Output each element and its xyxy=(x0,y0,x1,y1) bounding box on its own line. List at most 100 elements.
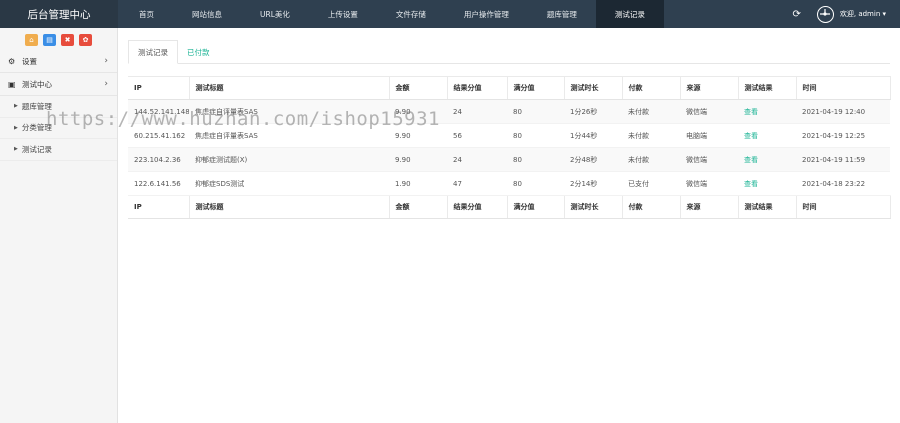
cell-score: 24 xyxy=(447,147,507,172)
records-table: IP 测试标题 金额 结果分值 满分值 测试时长 付款 来源 测试结果 时间 1… xyxy=(128,76,891,219)
view-result-link[interactable]: 查看 xyxy=(738,123,796,148)
footer-header-ip: IP xyxy=(128,195,190,219)
table-footer: IP 测试标题 金额 结果分值 满分值 测试时长 付款 来源 测试结果 时间 xyxy=(128,195,891,219)
chevron-right-icon: › xyxy=(104,56,108,66)
column-header-source: 来源 xyxy=(680,76,739,100)
view-result-link[interactable]: 查看 xyxy=(738,99,796,124)
cogs-icon: ⚙ xyxy=(8,56,16,66)
cell-ip: 122.6.141.56 xyxy=(128,171,189,196)
cell-duration: 2分14秒 xyxy=(564,171,622,196)
home-icon[interactable]: ⌂ xyxy=(25,34,38,46)
top-navbar: 后台管理中心 首页 网站信息 URL美化 上传设置 文件存储 用户操作管理 题库… xyxy=(0,0,900,28)
column-header-score: 结果分值 xyxy=(447,76,508,100)
sidebar-subitem-categories[interactable]: ▶ 分类管理 xyxy=(0,118,117,139)
column-header-ip: IP xyxy=(128,76,190,100)
welcome-user-dropdown[interactable]: 欢迎, admin ▾ xyxy=(840,9,886,19)
cell-source: 微信端 xyxy=(680,147,738,172)
cell-score: 47 xyxy=(447,171,507,196)
tab-bar: 测试记录 已付款 xyxy=(128,40,890,64)
table-header: IP 测试标题 金额 结果分值 满分值 测试时长 付款 来源 测试结果 时间 xyxy=(128,76,891,100)
cell-full-score: 80 xyxy=(507,123,564,148)
sidebar-subitem-test-records[interactable]: ▶ 测试记录 xyxy=(0,139,117,161)
cell-source: 电脑端 xyxy=(680,123,738,148)
cell-time: 2021-04-19 11:59 xyxy=(796,147,890,172)
book-icon: ▣ xyxy=(8,79,16,89)
cell-amount: 1.90 xyxy=(389,171,447,196)
column-header-amount: 金额 xyxy=(389,76,448,100)
cell-full-score: 80 xyxy=(507,171,564,196)
cell-full-score: 80 xyxy=(507,147,564,172)
sidebar-item-label: 测试中心 xyxy=(22,79,52,89)
cell-title: 焦虑症自评量表SAS xyxy=(189,123,389,148)
main-content: 测试记录 已付款 IP 测试标题 金额 结果分值 满分值 测试时长 付款 来源 … xyxy=(118,28,900,423)
quick-actions: ⌂ ▤ ✖ ✿ xyxy=(0,28,117,50)
cell-title: 焦虑症自评量表SAS xyxy=(189,99,389,124)
cell-time: 2021-04-19 12:40 xyxy=(796,99,890,124)
cell-time: 2021-04-18 23:22 xyxy=(796,171,890,196)
cell-title: 抑郁症SDS测试 xyxy=(189,171,389,196)
cell-time: 2021-04-19 12:25 xyxy=(796,123,890,148)
cell-ip: 223.104.2.36 xyxy=(128,147,189,172)
nav-item-test-records[interactable]: 测试记录 xyxy=(595,0,664,28)
cell-score: 24 xyxy=(447,99,507,124)
sidebar-item-settings[interactable]: ⚙ 设置 › xyxy=(0,50,117,73)
sidebar-item-test-center[interactable]: ▣ 测试中心 › xyxy=(0,73,117,96)
view-result-link[interactable]: 查看 xyxy=(738,147,796,172)
footer-header-title: 测试标题 xyxy=(189,195,390,219)
cell-source: 微信端 xyxy=(680,171,738,196)
cell-title: 抑郁症测试题(X) xyxy=(189,147,389,172)
sidebar-subitem-question-bank[interactable]: ▶ 题库管理 xyxy=(0,96,117,118)
footer-header-payment: 付款 xyxy=(622,195,681,219)
footer-header-result: 测试结果 xyxy=(738,195,797,219)
cell-source: 微信端 xyxy=(680,99,738,124)
nav-item-url-rewrite[interactable]: URL美化 xyxy=(241,0,309,28)
cell-duration: 1分26秒 xyxy=(564,99,622,124)
tab-paid[interactable]: 已付款 xyxy=(178,40,219,64)
brand-title: 后台管理中心 xyxy=(0,0,118,28)
table-row: 223.104.2.36 抑郁症测试题(X) 9.90 24 80 2分48秒 … xyxy=(128,147,890,172)
user-area: ⟳ 欢迎, admin ▾ xyxy=(792,0,886,28)
trash-icon[interactable]: ✖ xyxy=(61,34,74,46)
nav-item-upload-settings[interactable]: 上传设置 xyxy=(309,0,377,28)
sidebar-item-label: 设置 xyxy=(22,56,37,66)
cell-duration: 1分44秒 xyxy=(564,123,622,148)
column-header-full-score: 满分值 xyxy=(507,76,565,100)
footer-header-duration: 测试时长 xyxy=(564,195,623,219)
cell-score: 56 xyxy=(447,123,507,148)
sidebar: ⌂ ▤ ✖ ✿ ⚙ 设置 › ▣ 测试中心 › ▶ 题库管理 ▶ 分类管理 ▶ … xyxy=(0,28,118,423)
cell-full-score: 80 xyxy=(507,99,564,124)
nav-item-home[interactable]: 首页 xyxy=(120,0,173,28)
cell-ip: 60.215.41.162 xyxy=(128,123,189,148)
caret-right-icon: ▶ xyxy=(14,124,18,131)
cell-payment: 未付款 xyxy=(622,99,680,124)
chevron-right-icon: › xyxy=(104,79,108,89)
top-nav: 首页 网站信息 URL美化 上传设置 文件存储 用户操作管理 题库管理 测试记录 xyxy=(120,0,664,28)
user-avatar-icon xyxy=(820,9,831,16)
footer-header-amount: 金额 xyxy=(389,195,448,219)
view-result-link[interactable]: 查看 xyxy=(738,171,796,196)
caret-right-icon: ▶ xyxy=(14,103,18,110)
tab-test-records[interactable]: 测试记录 xyxy=(128,40,178,64)
table-row: 60.215.41.162 焦虑症自评量表SAS 9.90 56 80 1分44… xyxy=(128,123,890,148)
footer-header-time: 时间 xyxy=(796,195,891,219)
sidebar-subitem-label: 分类管理 xyxy=(21,123,52,133)
nav-item-site-info[interactable]: 网站信息 xyxy=(173,0,241,28)
column-header-payment: 付款 xyxy=(622,76,681,100)
cell-amount: 9.90 xyxy=(389,99,447,124)
cell-payment: 已支付 xyxy=(622,171,680,196)
cell-amount: 9.90 xyxy=(389,123,447,148)
table-row: 122.6.141.56 抑郁症SDS测试 1.90 47 80 2分14秒 已… xyxy=(128,171,890,196)
table-row: 144.52.141.148 焦虑症自评量表SAS 9.90 24 80 1分2… xyxy=(128,99,890,124)
nav-item-question-bank[interactable]: 题库管理 xyxy=(528,0,596,28)
nav-item-file-storage[interactable]: 文件存储 xyxy=(377,0,445,28)
avatar[interactable] xyxy=(816,5,834,23)
refresh-icon[interactable]: ⟳ xyxy=(792,9,800,20)
cell-payment: 未付款 xyxy=(622,123,680,148)
file-icon[interactable]: ▤ xyxy=(43,34,56,46)
sidebar-subitem-label: 题库管理 xyxy=(21,101,52,111)
footer-header-score: 结果分值 xyxy=(447,195,508,219)
column-header-title: 测试标题 xyxy=(189,76,390,100)
gear-icon[interactable]: ✿ xyxy=(79,34,92,46)
nav-item-user-operations[interactable]: 用户操作管理 xyxy=(445,0,528,28)
footer-header-full-score: 满分值 xyxy=(507,195,565,219)
